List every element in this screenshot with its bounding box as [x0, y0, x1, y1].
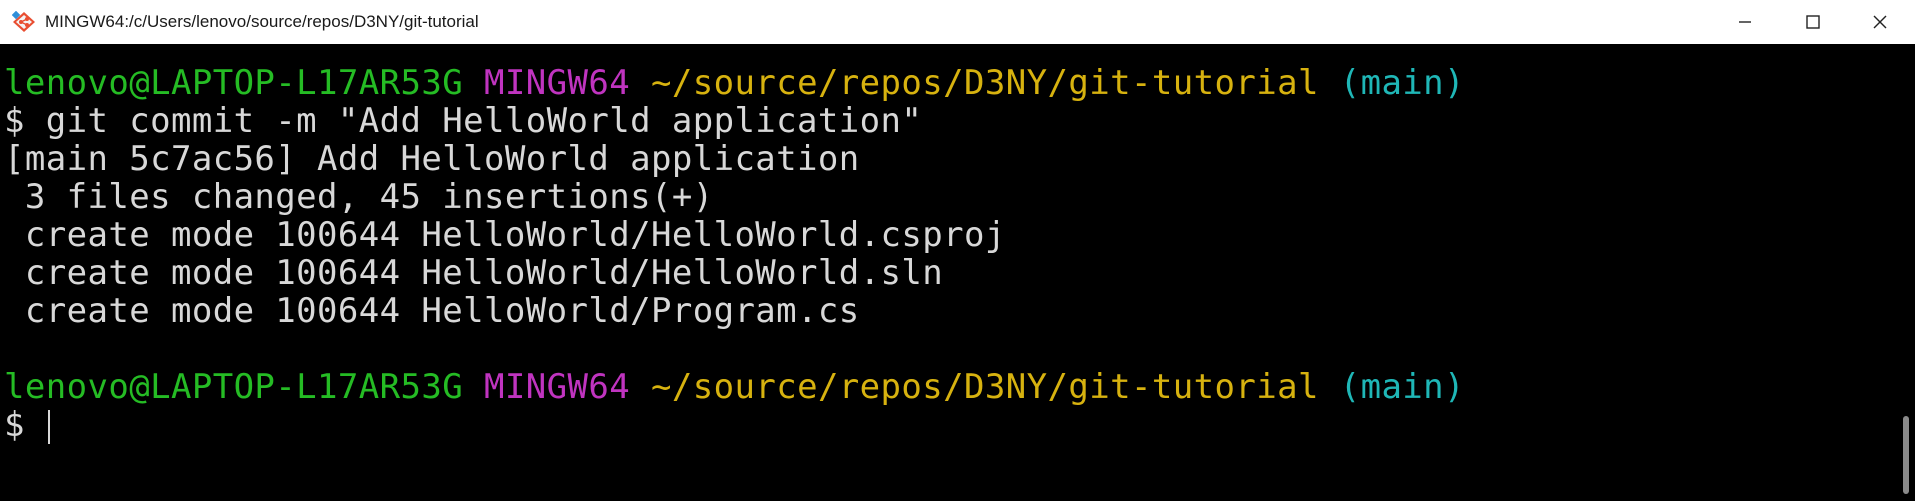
prompt-branch: (main) — [1339, 367, 1465, 407]
title-bar[interactable]: MINGW64:/c/Users/lenovo/source/repos/D3N… — [0, 0, 1915, 44]
output-line: create mode 100644 HelloWorld/HelloWorld… — [4, 253, 944, 293]
close-button[interactable] — [1845, 0, 1915, 44]
command-line: $ git commit -m "Add HelloWorld applicat… — [4, 101, 923, 141]
output-line: create mode 100644 HelloWorld/HelloWorld… — [4, 215, 1006, 255]
output-line: [main 5c7ac56] Add HelloWorld applicatio… — [4, 139, 860, 179]
output-line: create mode 100644 HelloWorld/Program.cs — [4, 291, 860, 331]
minimize-icon — [1738, 15, 1752, 29]
git-bash-icon — [11, 10, 36, 33]
vertical-scrollbar[interactable] — [1896, 44, 1915, 501]
prompt-path: ~/source/repos/D3NY/git-tutorial — [650, 367, 1319, 407]
close-icon — [1873, 15, 1887, 29]
prompt-mingw: MINGW64 — [484, 63, 631, 103]
terminal-window: MINGW64:/c/Users/lenovo/source/repos/D3N… — [0, 0, 1915, 501]
input-line[interactable]: $ — [4, 406, 50, 444]
window-title: MINGW64:/c/Users/lenovo/source/repos/D3N… — [45, 12, 479, 31]
output-line: 3 files changed, 45 insertions(+) — [4, 177, 714, 217]
prompt-mingw: MINGW64 — [484, 367, 631, 407]
scrollbar-thumb[interactable] — [1903, 416, 1909, 494]
text-cursor — [47, 409, 50, 444]
prompt-branch: (main) — [1339, 63, 1465, 103]
prompt-user-host: lenovo@LAPTOP-L17AR53G — [4, 63, 464, 103]
maximize-icon — [1806, 15, 1820, 29]
terminal-output-area[interactable]: lenovo@LAPTOP-L17AR53G MINGW64 ~/source/… — [0, 44, 1896, 501]
prompt-line: lenovo@LAPTOP-L17AR53G MINGW64 ~/source/… — [4, 368, 1465, 406]
minimize-button[interactable] — [1710, 0, 1780, 44]
maximize-button[interactable] — [1778, 0, 1848, 44]
prompt-path: ~/source/repos/D3NY/git-tutorial — [650, 63, 1319, 103]
prompt-user-host: lenovo@LAPTOP-L17AR53G — [4, 367, 464, 407]
input-prompt-symbol: $ — [4, 405, 46, 445]
prompt-line: lenovo@LAPTOP-L17AR53G MINGW64 ~/source/… — [4, 64, 1465, 102]
